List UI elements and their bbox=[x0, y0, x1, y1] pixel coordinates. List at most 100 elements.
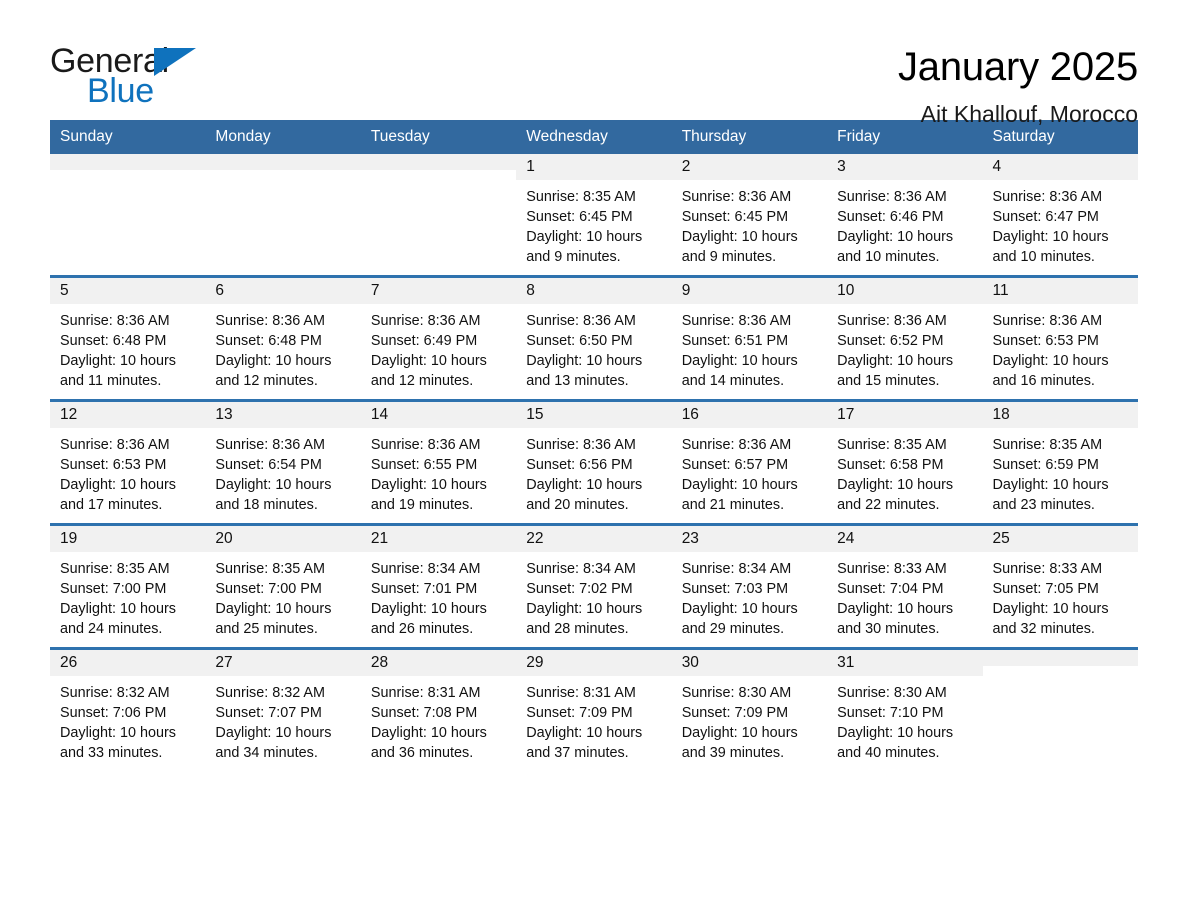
day-details: Sunrise: 8:36 AM Sunset: 6:48 PM Daylight:… bbox=[205, 304, 360, 391]
daylight-duration-line1: Daylight: 10 hours bbox=[681, 725, 798, 742]
sunrise-time: Sunrise: 8:35 AM bbox=[215, 561, 326, 578]
calendar-day-cell-empty bbox=[360, 154, 517, 277]
sunrise-time: Sunrise: 8:35 AM bbox=[992, 437, 1103, 454]
calendar-day-cell[interactable]: 2 Sunrise: 8:36 AM Sunset: 6:45 PM Daylight… bbox=[671, 154, 828, 277]
day-details: Sunrise: 8:36 AM Sunset: 6:53 PM Daylight:… bbox=[50, 428, 205, 515]
calendar-day-cell[interactable]: 10 Sunrise: 8:36 AM Sunset: 6:52 PM Dayligh… bbox=[827, 275, 983, 401]
sunrise-sunset-calendar: Sunday Monday Tuesday Wednesday Thursday… bbox=[50, 120, 1138, 772]
calendar-day-cell[interactable]: 11 Sunrise: 8:36 AM Sunset: 6:53 PM Dayligh… bbox=[982, 275, 1138, 401]
sunrise-time: Sunrise: 8:35 AM bbox=[526, 189, 636, 206]
daylight-duration-line2: and 9 minutes. bbox=[526, 249, 621, 266]
calendar-day-cell[interactable]: 12 Sunrise: 8:36 AM Sunset: 6:53 PM Dayligh… bbox=[50, 399, 206, 525]
day-number bbox=[982, 650, 1138, 667]
calendar-day-cell[interactable]: 21 Sunrise: 8:34 AM Sunset: 7:01 PM Dayligh… bbox=[360, 523, 517, 649]
calendar-day-cell[interactable]: 19 Sunrise: 8:35 AM Sunset: 7:00 PM Dayligh… bbox=[50, 523, 206, 649]
day-details: Sunrise: 8:31 AM Sunset: 7:09 PM Daylight:… bbox=[516, 676, 671, 763]
sunset-time: Sunset: 6:47 PM bbox=[992, 209, 1099, 226]
day-number: 19 bbox=[50, 526, 206, 553]
generalblue-logo[interactable]: General Blue bbox=[50, 44, 250, 116]
sunset-time: Sunset: 7:00 PM bbox=[215, 581, 322, 598]
daylight-duration-line1: Daylight: 10 hours bbox=[681, 477, 798, 494]
calendar-week-row: 19 Sunrise: 8:35 AM Sunset: 7:00 PM Dayligh… bbox=[50, 523, 1138, 649]
calendar-day-cell[interactable]: 4 Sunrise: 8:36 AM Sunset: 6:47 PM Daylight… bbox=[982, 154, 1138, 277]
calendar-day-cell[interactable]: 17 Sunrise: 8:35 AM Sunset: 6:58 PM Dayligh… bbox=[827, 399, 983, 525]
day-number bbox=[360, 154, 517, 171]
sunset-time: Sunset: 6:57 PM bbox=[681, 457, 789, 474]
daylight-duration-line1: Daylight: 10 hours bbox=[370, 725, 487, 742]
day-details: Sunrise: 8:35 AM Sunset: 7:00 PM Daylight:… bbox=[205, 552, 360, 639]
day-number: 5 bbox=[50, 278, 206, 305]
daylight-duration-line1: Daylight: 10 hours bbox=[60, 725, 176, 742]
day-number: 8 bbox=[516, 278, 672, 305]
calendar-day-cell[interactable]: 27 Sunrise: 8:32 AM Sunset: 7:07 PM Dayligh… bbox=[205, 647, 361, 772]
daylight-duration-line1: Daylight: 10 hours bbox=[992, 477, 1109, 494]
day-details: Sunrise: 8:34 AM Sunset: 7:03 PM Daylight:… bbox=[672, 552, 827, 639]
daylight-duration-line1: Daylight: 10 hours bbox=[837, 353, 954, 370]
calendar-day-cell[interactable]: 28 Sunrise: 8:31 AM Sunset: 7:08 PM Dayligh… bbox=[360, 647, 517, 772]
sunset-time: Sunset: 6:48 PM bbox=[215, 333, 322, 350]
day-number: 30 bbox=[671, 650, 828, 677]
day-number bbox=[50, 154, 206, 171]
calendar-day-cell[interactable]: 25 Sunrise: 8:33 AM Sunset: 7:05 PM Dayligh… bbox=[982, 523, 1138, 649]
day-details: Sunrise: 8:35 AM Sunset: 7:00 PM Daylight:… bbox=[50, 552, 205, 639]
day-number: 3 bbox=[827, 154, 983, 181]
calendar-day-cell[interactable]: 23 Sunrise: 8:34 AM Sunset: 7:03 PM Dayligh… bbox=[671, 523, 828, 649]
calendar-day-cell[interactable]: 6 Sunrise: 8:36 AM Sunset: 6:48 PM Daylight… bbox=[205, 275, 361, 401]
calendar-day-cell[interactable]: 20 Sunrise: 8:35 AM Sunset: 7:00 PM Dayligh… bbox=[205, 523, 361, 649]
daylight-duration-line1: Daylight: 10 hours bbox=[215, 353, 332, 370]
calendar-day-cell[interactable]: 5 Sunrise: 8:36 AM Sunset: 6:48 PM Daylight… bbox=[50, 275, 206, 401]
daylight-duration-line2: and 10 minutes. bbox=[837, 249, 940, 266]
calendar-day-cell[interactable]: 8 Sunrise: 8:36 AM Sunset: 6:50 PM Daylight… bbox=[516, 275, 672, 401]
calendar-day-cell[interactable]: 1 Sunrise: 8:35 AM Sunset: 6:45 PM Daylight… bbox=[516, 154, 672, 277]
daylight-duration-line2: and 16 minutes. bbox=[992, 373, 1095, 390]
calendar-day-cell[interactable]: 24 Sunrise: 8:33 AM Sunset: 7:04 PM Dayligh… bbox=[827, 523, 983, 649]
day-number: 12 bbox=[50, 402, 206, 429]
calendar-day-cell[interactable]: 26 Sunrise: 8:32 AM Sunset: 7:06 PM Dayligh… bbox=[50, 647, 206, 772]
calendar-day-cell[interactable]: 13 Sunrise: 8:36 AM Sunset: 6:54 PM Dayligh… bbox=[205, 399, 361, 525]
calendar-day-cell-empty bbox=[50, 154, 206, 277]
calendar-day-cell[interactable]: 31 Sunrise: 8:30 AM Sunset: 7:10 PM Dayligh… bbox=[827, 647, 983, 772]
day-number: 26 bbox=[50, 650, 206, 677]
sunrise-time: Sunrise: 8:36 AM bbox=[370, 313, 481, 330]
daylight-duration-line1: Daylight: 10 hours bbox=[837, 477, 954, 494]
calendar-day-cell[interactable]: 14 Sunrise: 8:36 AM Sunset: 6:55 PM Dayligh… bbox=[360, 399, 517, 525]
daylight-duration-line1: Daylight: 10 hours bbox=[526, 725, 643, 742]
day-number: 17 bbox=[827, 402, 983, 429]
daylight-duration-line1: Daylight: 10 hours bbox=[681, 353, 798, 370]
daylight-duration-line2: and 17 minutes. bbox=[60, 497, 163, 514]
day-details: Sunrise: 8:36 AM Sunset: 6:45 PM Daylight:… bbox=[672, 180, 827, 267]
calendar-day-cell[interactable]: 15 Sunrise: 8:36 AM Sunset: 6:56 PM Dayligh… bbox=[516, 399, 672, 525]
daylight-duration-line2: and 20 minutes. bbox=[526, 497, 629, 514]
sunset-time: Sunset: 6:55 PM bbox=[370, 457, 478, 474]
daylight-duration-line2: and 12 minutes. bbox=[370, 373, 474, 390]
sunrise-time: Sunrise: 8:36 AM bbox=[215, 313, 326, 330]
calendar-day-cell[interactable]: 7 Sunrise: 8:36 AM Sunset: 6:49 PM Daylight… bbox=[360, 275, 517, 401]
calendar-day-cell[interactable]: 9 Sunrise: 8:36 AM Sunset: 6:51 PM Daylight… bbox=[671, 275, 828, 401]
calendar-day-cell[interactable]: 29 Sunrise: 8:31 AM Sunset: 7:09 PM Dayligh… bbox=[516, 647, 672, 772]
day-details: Sunrise: 8:36 AM Sunset: 6:50 PM Daylight:… bbox=[516, 304, 671, 391]
daylight-duration-line2: and 23 minutes. bbox=[992, 497, 1095, 514]
calendar-day-cell[interactable]: 3 Sunrise: 8:36 AM Sunset: 6:46 PM Daylight… bbox=[827, 154, 983, 277]
calendar-week-row: 5 Sunrise: 8:36 AM Sunset: 6:48 PM Daylight… bbox=[50, 275, 1138, 401]
sunset-time: Sunset: 6:53 PM bbox=[60, 457, 167, 474]
daylight-duration-line2: and 9 minutes. bbox=[681, 249, 777, 266]
day-number: 6 bbox=[205, 278, 361, 305]
sunrise-time: Sunrise: 8:36 AM bbox=[681, 313, 792, 330]
calendar-day-cell[interactable]: 18 Sunrise: 8:35 AM Sunset: 6:59 PM Dayligh… bbox=[982, 399, 1138, 525]
daylight-duration-line2: and 36 minutes. bbox=[370, 745, 474, 762]
sunset-time: Sunset: 6:46 PM bbox=[837, 209, 944, 226]
day-number: 24 bbox=[827, 526, 983, 553]
day-number: 20 bbox=[205, 526, 361, 553]
day-details: Sunrise: 8:33 AM Sunset: 7:05 PM Daylight:… bbox=[983, 552, 1138, 639]
day-number: 23 bbox=[671, 526, 828, 553]
calendar-day-cell[interactable]: 16 Sunrise: 8:36 AM Sunset: 6:57 PM Dayligh… bbox=[671, 399, 828, 525]
calendar-day-cell[interactable]: 30 Sunrise: 8:30 AM Sunset: 7:09 PM Dayligh… bbox=[671, 647, 828, 772]
day-number: 13 bbox=[205, 402, 361, 429]
sunrise-time: Sunrise: 8:36 AM bbox=[837, 189, 947, 206]
calendar-day-cell[interactable]: 22 Sunrise: 8:34 AM Sunset: 7:02 PM Dayligh… bbox=[516, 523, 672, 649]
sunrise-time: Sunrise: 8:32 AM bbox=[60, 685, 170, 702]
sunrise-time: Sunrise: 8:32 AM bbox=[215, 685, 326, 702]
sunrise-time: Sunrise: 8:36 AM bbox=[526, 313, 636, 330]
daylight-duration-line1: Daylight: 10 hours bbox=[681, 601, 798, 618]
sunrise-time: Sunrise: 8:36 AM bbox=[370, 437, 481, 454]
